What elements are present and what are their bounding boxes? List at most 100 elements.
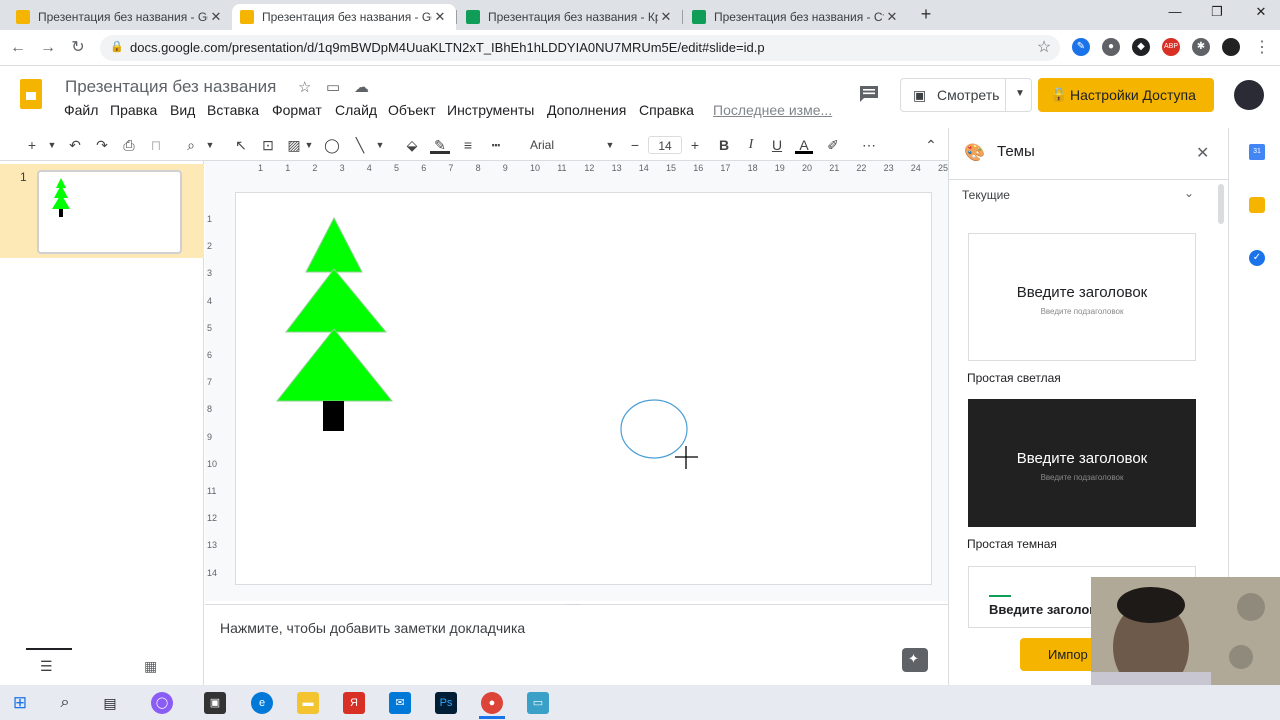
redo-icon[interactable]: ↷ [93,136,111,154]
horizontal-ruler[interactable]: 1 1 2 3 4 5 6 7 8 9 10 11 12 13 14 15 16 17 18 19 20 21 22 23 24… [236,162,948,176]
zoom-icon[interactable]: ⌕ [182,136,200,154]
menu-edit[interactable]: Правка [110,102,157,118]
menu-object[interactable]: Объект [388,102,436,118]
slides-logo-icon[interactable] [20,79,42,109]
last-edit-link[interactable]: Последнее изме... [713,102,832,118]
scrollbar[interactable] [1218,184,1224,224]
decrease-font-icon[interactable]: − [627,136,643,154]
minimize-icon[interactable]: — [1164,4,1186,24]
screen-recorder-icon[interactable]: ▭ [527,692,549,714]
url-text[interactable]: docs.google.com/presentation/d/1q9mBWDpM… [130,40,765,55]
slide-canvas[interactable] [235,192,932,585]
themes-current-label[interactable]: Текущие [962,188,1010,202]
search-icon[interactable]: ⌕ [54,692,76,714]
yandex-icon[interactable]: Я [343,692,365,714]
filmstrip-view-icon[interactable]: ☰ [40,658,53,675]
border-weight-icon[interactable]: ≡ [459,136,477,154]
font-family-select[interactable]: Arial [518,136,608,154]
window-close-icon[interactable]: ✕ [1250,4,1272,24]
text-color-icon[interactable]: A [795,136,813,154]
fill-color-icon[interactable]: ⬙ [403,136,421,154]
close-icon[interactable]: ✕ [208,9,224,25]
forward-arrow-icon[interactable]: → [38,38,58,58]
comments-icon[interactable] [858,84,880,104]
profile-avatar-icon[interactable] [1222,38,1240,56]
calendar-icon[interactable]: 31 [1249,144,1265,160]
speaker-notes-area[interactable] [205,604,948,684]
close-icon[interactable]: ✕ [1196,143,1209,163]
alice-assistant-icon[interactable]: ◯ [151,692,173,714]
browser-tab[interactable]: Презентация без названия - Кр ✕ [458,4,682,30]
menu-format[interactable]: Формат [272,102,322,118]
slide-thumbnail[interactable] [37,170,182,254]
chevron-down-icon[interactable]: ▼ [374,136,386,154]
text-box-icon[interactable]: ⊡ [259,136,277,154]
chevron-down-icon[interactable]: ▼ [204,136,216,154]
menu-help[interactable]: Справка [639,102,694,118]
image-icon[interactable]: ▨ [285,136,303,154]
border-color-icon[interactable]: ✎ [430,136,450,154]
bold-icon[interactable]: B [716,136,732,154]
star-icon[interactable]: ☆ [298,78,311,96]
resize-handle[interactable]: ⋯⋯ [565,600,581,609]
chevron-down-icon[interactable]: ⌄ [1184,186,1194,200]
menu-file[interactable]: Файл [64,102,98,118]
chevron-down-icon[interactable]: ▼ [1015,88,1025,99]
theme-simple-light[interactable]: Введите заголовок Введите подзаголовок [968,233,1196,361]
close-icon[interactable]: ✕ [884,9,900,25]
browser-tab[interactable]: Презентация без названия - Go ✕ [8,4,232,30]
extension-icon[interactable]: ✎ [1072,38,1090,56]
browser-tab[interactable]: Презентация без названия - Ст ✕ [684,4,908,30]
document-title[interactable]: Презентация без названия [65,77,276,97]
reload-icon[interactable]: ↻ [68,38,88,58]
avatar[interactable] [1234,80,1264,110]
print-icon[interactable]: ⎙ [120,136,138,154]
shape-icon[interactable]: ◯ [323,136,341,154]
extension-icon[interactable]: ● [1102,38,1120,56]
mail-icon[interactable]: ✉ [389,692,411,714]
line-icon[interactable]: ╲ [351,136,369,154]
tasks-icon[interactable]: ✓ [1249,250,1265,266]
menu-slide[interactable]: Слайд [335,102,377,118]
close-icon[interactable]: ✕ [432,9,448,25]
present-button[interactable]: ▣ Смотреть ▼ [900,78,1032,112]
chevron-down-icon[interactable]: ▼ [604,136,616,154]
vertical-ruler[interactable]: 1 2 3 4 5 6 7 8 9 10 11 12 13 14 [205,192,219,584]
adblock-icon[interactable]: ABP [1162,38,1180,56]
edge-icon[interactable]: e [251,692,273,714]
menu-insert[interactable]: Вставка [207,102,259,118]
new-tab-button[interactable]: + [916,5,936,25]
windows-start-icon[interactable]: ⊞ [9,692,31,714]
speaker-notes-placeholder[interactable]: Нажмите, чтобы добавить заметки докладчи… [220,620,525,636]
border-dash-icon[interactable]: ┅ [487,136,505,154]
new-slide-icon[interactable]: + [24,136,40,154]
browser-menu-icon[interactable]: ⋮ [1252,38,1272,58]
select-cursor-icon[interactable]: ↖ [232,136,250,154]
underline-icon[interactable]: U [769,136,785,154]
highlight-icon[interactable]: ✐ [824,136,842,154]
browser-tab-active[interactable]: Презентация без названия - Go ✕ [232,4,456,30]
maximize-icon[interactable]: ❐ [1206,4,1228,24]
italic-icon[interactable]: I [743,136,759,154]
task-view-icon[interactable]: ▤ [99,692,121,714]
paint-format-icon[interactable]: ⊓ [147,136,165,154]
file-explorer-icon[interactable]: ▬ [297,692,319,714]
explore-icon[interactable]: ✦ [902,648,928,672]
font-size-input[interactable]: 14 [648,136,682,154]
grid-view-icon[interactable]: ▦ [144,658,157,675]
store-icon[interactable]: ▣ [204,692,226,714]
chevron-down-icon[interactable]: ▼ [46,136,58,154]
share-button[interactable]: 🔒 Настройки Доступа [1038,78,1214,112]
menu-addons[interactable]: Дополнения [547,102,626,118]
menu-view[interactable]: Вид [170,102,195,118]
chrome-icon[interactable]: ● [481,692,503,714]
theme-simple-dark[interactable]: Введите заголовок Введите подзаголовок [968,399,1196,527]
undo-icon[interactable]: ↶ [66,136,84,154]
photoshop-icon[interactable]: Ps [435,692,457,714]
close-icon[interactable]: ✕ [658,9,674,25]
increase-font-icon[interactable]: + [687,136,703,154]
bookmark-star-icon[interactable]: ☆ [1034,38,1054,58]
extensions-puzzle-icon[interactable]: ✱ [1192,38,1210,56]
move-folder-icon[interactable]: ▭ [326,78,340,96]
chevron-down-icon[interactable]: ▼ [303,136,315,154]
